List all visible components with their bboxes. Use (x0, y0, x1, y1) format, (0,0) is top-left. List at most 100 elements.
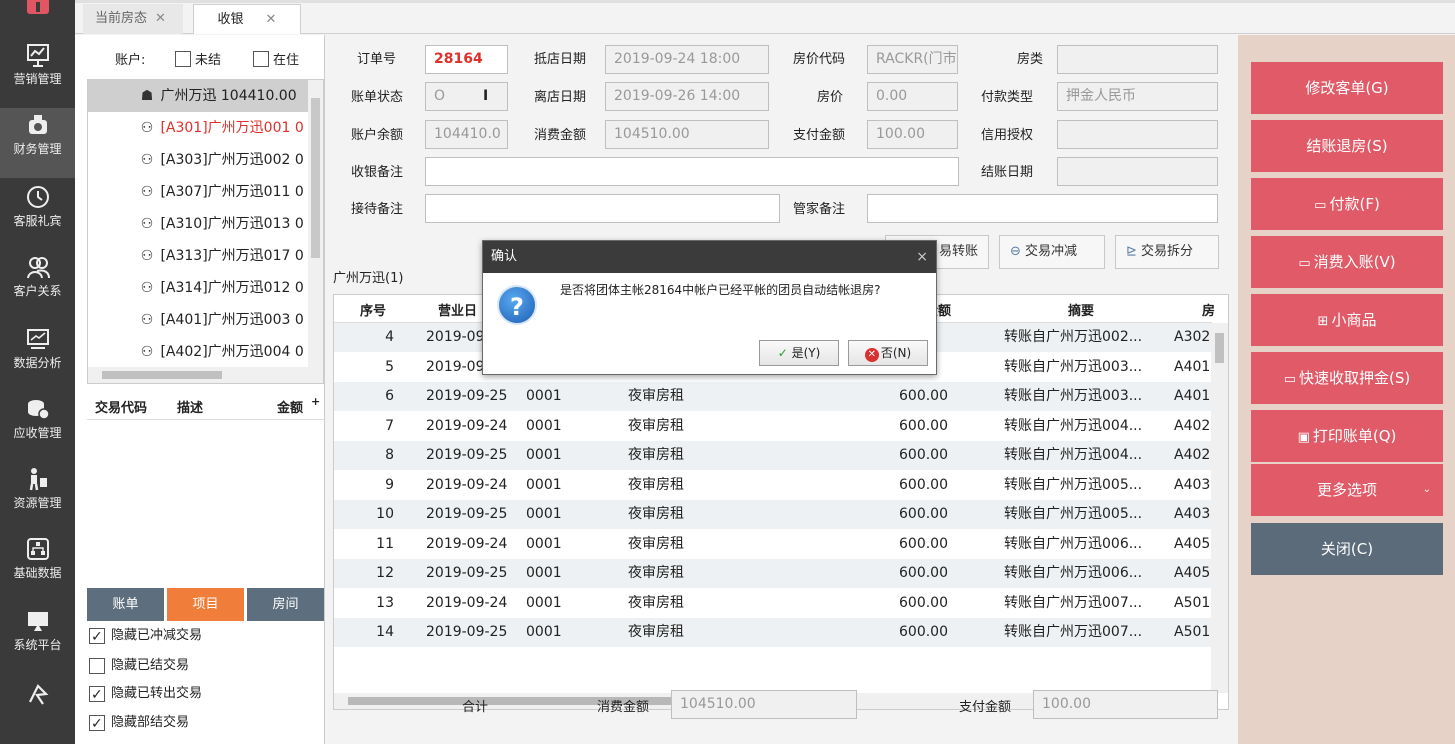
column-header[interactable]: 金额 (277, 397, 303, 416)
tab-item[interactable]: 项目 (167, 588, 244, 621)
scroll-thumb[interactable] (1215, 333, 1224, 363)
print-bill-button[interactable]: ▣ 打印账单(Q) (1251, 410, 1443, 462)
tree-node[interactable]: ⚇ [A301]广州万迅001 0 (88, 112, 308, 144)
tree-node-label: [A303]广州万迅002 0 (160, 152, 304, 168)
tree-node-group[interactable]: ☗ 广州万迅 104410.00 (88, 80, 308, 112)
no-button[interactable]: ✕ 否(N) (848, 340, 928, 366)
checkbox-box[interactable] (89, 684, 105, 706)
checkout-button[interactable]: 结账退房(S) (1251, 120, 1443, 172)
unsettled-checkbox[interactable]: 未结 (175, 49, 221, 68)
add-column-icon[interactable]: + (311, 395, 320, 408)
account-filter: 账户: 未结 在住 (75, 47, 325, 71)
more-options-button[interactable]: 更多选项 ⌄ (1251, 464, 1443, 516)
nav-item-concierge[interactable]: 客服礼宾 (0, 180, 75, 250)
pay-type-field[interactable]: 押金人民币 (1057, 82, 1218, 111)
consume-field[interactable]: 104510.00 (605, 120, 769, 149)
table-row[interactable]: 6 2019-09-25 0001 夜审房租 600.00 转账自广州万迅003... A4… (334, 382, 1212, 411)
reception-note-field[interactable] (425, 194, 780, 223)
brand-logo-icon (28, 684, 48, 705)
column-header[interactable]: 序号 (360, 300, 386, 319)
tab-cashier[interactable]: 收银 ✕ (193, 4, 301, 34)
tree-vertical-scrollbar[interactable] (308, 80, 323, 367)
minibar-button[interactable]: ⊞ 小商品 (1251, 294, 1443, 346)
scroll-thumb[interactable] (311, 98, 320, 258)
option-label: 隐藏已冲减交易 (111, 628, 203, 643)
close-icon[interactable]: ✕ (155, 11, 166, 26)
tab-room[interactable]: 房间 (247, 588, 324, 621)
butler-note-field[interactable] (867, 194, 1218, 223)
cell-code: 0001 (526, 506, 562, 522)
post-charge-button[interactable]: ▭ 消费入账(V) (1251, 236, 1443, 288)
quick-deposit-button[interactable]: ▭ 快速收取押金(S) (1251, 352, 1443, 404)
column-header[interactable]: 交易代码 (95, 397, 147, 416)
column-header[interactable]: 摘要 (1068, 300, 1094, 319)
tree-node[interactable]: ⚇ [A303]广州万迅002 0 (88, 144, 308, 176)
edit-guest-button[interactable]: 修改客单(G) (1251, 62, 1443, 114)
hide-reversed-option[interactable]: 隐藏已冲减交易 (89, 625, 203, 648)
nav-item-resources[interactable]: 资源管理 (0, 462, 75, 532)
table-row[interactable]: 12 2019-09-25 0001 夜审房租 600.00 转账自广州万迅006... A… (334, 559, 1212, 588)
tree-node[interactable]: ⚇ [A310]广州万迅013 0 (88, 208, 308, 240)
totals-consume-field[interactable]: 104510.00 (671, 690, 857, 719)
nav-item-marketing[interactable]: 营销管理 (0, 38, 75, 108)
checkbox-box[interactable] (89, 713, 105, 735)
yes-button[interactable]: ✓ 是(Y) (759, 340, 839, 366)
tree-node[interactable]: ⚇ [A314]广州万迅012 0 (88, 272, 308, 304)
table-row[interactable]: 11 2019-09-24 0001 夜审房租 600.00 转账自广州万迅006... A… (334, 530, 1212, 559)
table-row[interactable]: 14 2019-09-25 0001 夜审房租 600.00 转账自广州万迅007... A… (334, 618, 1212, 647)
scroll-thumb[interactable] (102, 371, 222, 379)
cell-code: 0001 (526, 417, 562, 434)
depart-date-field[interactable]: 2019-09-26 14:00 (605, 82, 769, 111)
nav-item-crm[interactable]: 客户关系 (0, 250, 75, 320)
checkbox-box[interactable] (175, 50, 191, 67)
hide-settled-option[interactable]: 隐藏已结交易 (89, 655, 189, 677)
column-header[interactable]: 房 (1202, 300, 1215, 319)
hide-partial-option[interactable]: 隐藏部结交易 (89, 712, 189, 735)
tab-bill[interactable]: 账单 (87, 588, 164, 621)
table-row[interactable]: 7 2019-09-24 0001 夜审房租 600.00 转账自广州万迅004... A4… (334, 412, 1212, 441)
payment-button[interactable]: ▭ 付款(F) (1251, 178, 1443, 230)
nav-item-master-data[interactable]: 基础数据 (0, 532, 75, 602)
paid-field[interactable]: 100.00 (867, 120, 958, 149)
table-row[interactable]: 10 2019-09-25 0001 夜审房租 600.00 转账自广州万迅005... A… (334, 500, 1212, 529)
account-tree[interactable]: ☗ 广州万迅 104410.00 ⚇ [A301]广州万迅001 0 ⚇ [A3… (87, 79, 324, 384)
table-row[interactable]: 9 2019-09-24 0001 夜审房租 600.00 转账自广州万迅005... A4… (334, 471, 1212, 500)
nav-item-finance[interactable]: 财务管理 (0, 108, 75, 178)
close-icon[interactable]: × (916, 241, 928, 273)
nav-item-system[interactable]: 系统平台 (0, 604, 75, 674)
checkbox-box[interactable] (89, 658, 105, 674)
tree-node[interactable]: ⚇ [A401]广州万迅003 0 (88, 304, 308, 336)
rate-code-field[interactable]: RACKR(门市 (867, 45, 958, 74)
split-button[interactable]: ⊵ 交易拆分 (1115, 235, 1219, 269)
nav-item-brand[interactable] (0, 678, 75, 744)
checkout-date-field[interactable] (1057, 157, 1218, 186)
column-header[interactable]: 描述 (177, 397, 203, 416)
cashier-note-field[interactable] (425, 157, 959, 186)
table-row[interactable]: 8 2019-09-25 0001 夜审房租 600.00 转账自广州万迅004... A4… (334, 441, 1212, 470)
table-row[interactable]: 13 2019-09-24 0001 夜审房租 600.00 转账自广州万迅007... A… (334, 589, 1212, 618)
bill-status-field[interactable]: OI (425, 82, 508, 111)
column-header[interactable]: 营业日 (438, 300, 477, 319)
credit-auth-field[interactable] (1057, 120, 1218, 149)
order-no-field[interactable]: 28164 (425, 45, 508, 74)
checkbox-box[interactable] (89, 626, 105, 648)
reverse-button[interactable]: ⊖ 交易冲减 (999, 235, 1105, 269)
room-type-field[interactable] (1057, 45, 1218, 74)
tree-horizontal-scrollbar[interactable] (88, 367, 323, 383)
balance-field[interactable]: 104410.0 (425, 120, 508, 149)
tab-room-status[interactable]: 当前房态 ✕ (83, 4, 183, 34)
checkbox-box[interactable] (253, 50, 269, 67)
grid-vertical-scrollbar[interactable] (1211, 323, 1228, 693)
arrive-date-field[interactable]: 2019-09-24 18:00 (605, 45, 769, 74)
close-icon[interactable]: ✕ (266, 12, 277, 27)
tree-node[interactable]: ⚇ [A313]广州万迅017 0 (88, 240, 308, 272)
rate-field[interactable]: 0.00 (867, 82, 958, 111)
nav-item-receivables[interactable]: 应收管理 (0, 392, 75, 462)
nav-item-analytics[interactable]: 数据分析 (0, 322, 75, 392)
tree-node[interactable]: ⚇ [A402]广州万迅004 0 (88, 336, 308, 368)
in-house-checkbox[interactable]: 在住 (253, 49, 299, 68)
totals-paid-field[interactable]: 100.00 (1033, 690, 1218, 719)
tree-node[interactable]: ⚇ [A307]广州万迅011 0 (88, 176, 308, 208)
close-button[interactable]: 关闭(C) (1251, 523, 1443, 575)
hide-transferred-option[interactable]: 隐藏已转出交易 (89, 683, 202, 706)
